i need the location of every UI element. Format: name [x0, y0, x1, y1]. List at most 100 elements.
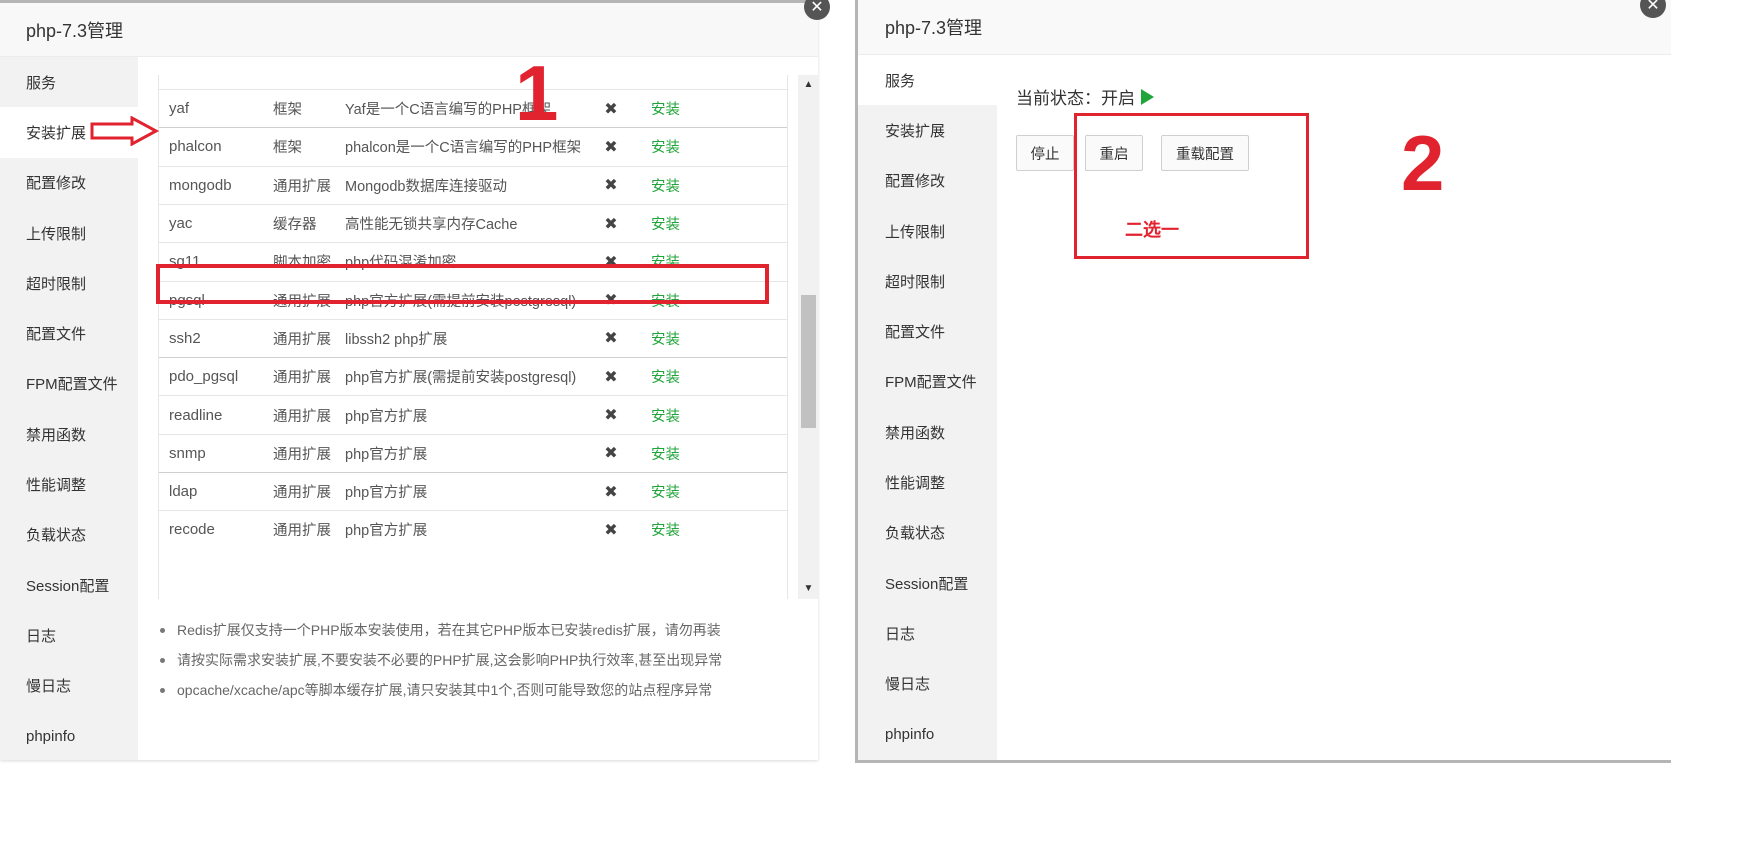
note-text: Redis扩展仅支持一个PHP版本安装使用，若在其它PHP版本已安装redis扩… [177, 622, 721, 638]
table-row: ssh2 通用扩展 libssh2 php扩展 ✖ 安装 [159, 318, 787, 357]
play-icon [1141, 88, 1154, 105]
extension-type: 通用扩展 [273, 370, 331, 387]
extension-description: php官方扩展 [345, 485, 428, 502]
sidebar-item[interactable]: 服务 [858, 55, 997, 106]
window-title: php-7.3管理 [858, 0, 1671, 55]
extension-type: 通用扩展 [273, 178, 331, 195]
bullet-icon [160, 657, 165, 663]
table-row: pdo_pgsql 通用扩展 php官方扩展(需提前安装postgresql) ✖ 安装 [159, 357, 787, 395]
extension-name: yaf [169, 100, 190, 118]
annotation-number-1: 1 [515, 49, 559, 137]
sidebar-item[interactable]: 禁用函数 [858, 407, 997, 457]
not-installed-icon: ✖ [604, 445, 618, 463]
close-icon[interactable]: ✕ [804, 0, 830, 20]
not-installed-icon: ✖ [604, 521, 618, 539]
sidebar-item[interactable]: phpinfo [858, 709, 997, 759]
install-button[interactable]: 安装 [651, 328, 680, 349]
install-button[interactable]: 安装 [651, 519, 680, 540]
table-row: ldap 通用扩展 php官方扩展 ✖ 安装 [159, 472, 787, 510]
extension-type: 通用扩展 [273, 331, 331, 348]
not-installed-icon: ✖ [604, 215, 618, 233]
sidebar-item[interactable]: 性能调整 [858, 457, 997, 507]
not-installed-icon: ✖ [604, 330, 618, 348]
sidebar-item[interactable]: 安装扩展 [858, 105, 997, 155]
sidebar-item[interactable]: FPM配置文件 [858, 357, 997, 407]
extension-description: phalcon是一个C语言编写的PHP框架 [345, 140, 582, 157]
sidebar-item[interactable]: 日志 [858, 608, 997, 658]
install-button[interactable]: 安装 [651, 481, 680, 502]
php-manager-window-service: php-7.3管理 服务 安装扩展 配置修改 上传限制 超时限制 配置文件 FPM配置文件禁… [855, 0, 1671, 763]
sidebar-item[interactable]: 上传限制 [0, 208, 138, 258]
extensions-content: yaf 框架 Yaf是一个C语言编写的PHP框架 ✖ 安装 phalcon 框架 phalco… [138, 57, 818, 760]
php-manager-window-extensions: php-7.3管理 服务 安装扩展 配置修改 上传限制 超时限制 配置文件 FPM配置文件禁… [0, 0, 818, 760]
table-scrollbar[interactable]: ▲ ▼ [798, 75, 818, 599]
sidebar-item[interactable]: Session配置 [0, 560, 138, 610]
sidebar-item[interactable]: 服务 [0, 57, 138, 107]
bullet-icon [160, 627, 165, 633]
install-button[interactable]: 安装 [651, 405, 680, 426]
bullet-icon [160, 687, 165, 693]
sidebar-item[interactable]: 配置修改 [0, 158, 138, 208]
extension-description: php官方扩展(需提前安装postgresql) [345, 370, 577, 387]
not-installed-icon: ✖ [604, 100, 618, 118]
sidebar-item[interactable]: 上传限制 [858, 206, 997, 256]
install-button[interactable]: 安装 [651, 175, 680, 196]
scrollbar-thumb[interactable] [801, 295, 816, 428]
note-item: opcache/xcache/apc等脚本缓存扩展,请只安装其中1个,否则可能导… [160, 675, 800, 705]
annotation-number-2: 2 [1401, 119, 1445, 207]
install-button[interactable]: 安装 [651, 98, 680, 119]
sidebar-item[interactable]: 慢日志 [858, 659, 997, 709]
sidebar-item[interactable]: 禁用函数 [0, 409, 138, 459]
extension-name: readline [169, 406, 223, 424]
sidebar: 服务 安装扩展 配置修改 上传限制 超时限制 配置文件 FPM配置文件 禁用函数 性能调整 负载状… [858, 55, 997, 760]
sidebar-item[interactable]: 配置文件 [858, 306, 997, 356]
table-row: yaf 框架 Yaf是一个C语言编写的PHP框架 ✖ 安装 [159, 89, 787, 127]
stop-button[interactable]: 停止 [1016, 135, 1074, 171]
sidebar-item[interactable]: phpinfo [0, 711, 138, 760]
extension-name: phalcon [169, 138, 222, 156]
sidebar-item[interactable]: 性能调整 [0, 459, 138, 509]
sidebar-item[interactable]: 超时限制 [858, 256, 997, 306]
install-button[interactable]: 安装 [651, 443, 680, 464]
sidebar: 服务 安装扩展 配置修改 上传限制 超时限制 配置文件 FPM配置文件 禁用函数 性能调整 负载状… [0, 57, 138, 760]
sidebar-item[interactable]: 慢日志 [0, 661, 138, 711]
extension-name: mongodb [169, 176, 232, 194]
extension-type: 框架 [273, 140, 302, 157]
install-button[interactable]: 安装 [651, 366, 680, 387]
status-text: 当前状态：开启 [1016, 89, 1135, 108]
sidebar-item[interactable]: 负载状态 [858, 508, 997, 558]
sidebar-item[interactable]: 超时限制 [0, 258, 138, 308]
note-item: Redis扩展仅支持一个PHP版本安装使用，若在其它PHP版本已安装redis扩… [160, 615, 800, 645]
extension-description: 高性能无锁共享内存Cache [345, 217, 518, 234]
table-row: readline 通用扩展 php官方扩展 ✖ 安装 [159, 395, 787, 433]
red-arrow-icon [90, 116, 160, 146]
extension-type: 通用扩展 [273, 408, 331, 425]
restart-reload-highlight-box [1074, 113, 1309, 259]
sidebar-item[interactable]: FPM配置文件 [0, 359, 138, 409]
sidebar-item[interactable]: Session配置 [858, 558, 997, 608]
extension-name: yac [169, 215, 193, 233]
sidebar-item[interactable]: 负载状态 [0, 510, 138, 560]
extension-name: ssh2 [169, 329, 201, 347]
extensions-table: yaf 框架 Yaf是一个C语言编写的PHP框架 ✖ 安装 phalcon 框架 phalco… [158, 75, 788, 599]
not-installed-icon: ✖ [604, 407, 618, 425]
table-row: mongodb 通用扩展 Mongodb数据库连接驱动 ✖ 安装 [159, 165, 787, 204]
sidebar-item[interactable]: 日志 [0, 610, 138, 660]
not-installed-icon: ✖ [604, 138, 618, 156]
extension-type: 通用扩展 [273, 446, 331, 463]
extension-description: libssh2 php扩展 [345, 331, 448, 348]
scroll-down-arrow-icon[interactable]: ▼ [798, 581, 818, 597]
not-installed-icon: ✖ [604, 177, 618, 195]
not-installed-icon: ✖ [604, 368, 618, 386]
window-title: php-7.3管理 [0, 0, 818, 57]
sidebar-item[interactable]: 配置文件 [0, 308, 138, 358]
extension-description: Mongodb数据库连接驱动 [345, 178, 507, 195]
extension-type: 通用扩展 [273, 485, 331, 502]
sidebar-item[interactable]: 配置修改 [858, 156, 997, 206]
install-button[interactable]: 安装 [651, 136, 680, 157]
scroll-up-arrow-icon[interactable]: ▲ [798, 77, 818, 93]
install-button[interactable]: 安装 [651, 213, 680, 234]
not-installed-icon: ✖ [604, 483, 618, 501]
extension-type: 缓存器 [273, 217, 317, 234]
extension-type: 通用扩展 [273, 523, 331, 540]
